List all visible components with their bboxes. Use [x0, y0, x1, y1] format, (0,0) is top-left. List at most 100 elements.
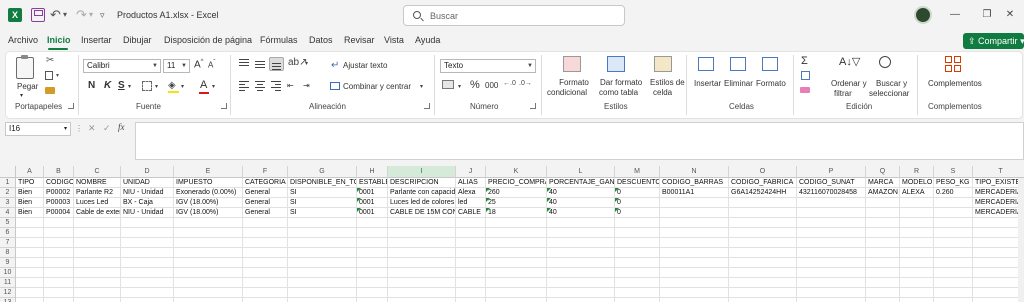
column-header[interactable]: A: [16, 166, 44, 178]
row-header[interactable]: 7: [0, 238, 16, 248]
cell[interactable]: UNIDAD: [121, 178, 174, 188]
cell[interactable]: 260: [486, 188, 547, 198]
more-options-icon[interactable]: ⋮: [75, 124, 83, 133]
find-select-label-1[interactable]: Buscar y: [876, 79, 907, 89]
cell[interactable]: [973, 228, 1024, 238]
cell-styles-label-2[interactable]: celda: [653, 88, 672, 98]
cell[interactable]: [729, 208, 797, 218]
cell[interactable]: [866, 258, 900, 268]
column-header[interactable]: N: [660, 166, 729, 178]
cell[interactable]: [615, 218, 660, 228]
cell[interactable]: [121, 218, 174, 228]
accounting-dropdown-icon[interactable]: ▾: [458, 83, 461, 90]
cell[interactable]: [547, 218, 615, 228]
percent-button[interactable]: %: [470, 79, 480, 91]
cell[interactable]: [866, 238, 900, 248]
cell[interactable]: [174, 248, 243, 258]
column-header[interactable]: I: [388, 166, 456, 178]
font-size-select[interactable]: 11 ▼: [163, 59, 190, 73]
cell[interactable]: [797, 278, 866, 288]
cell[interactable]: General: [243, 188, 288, 198]
cell[interactable]: P00003: [44, 198, 74, 208]
cell[interactable]: [900, 268, 934, 278]
alignment-launcher-icon[interactable]: [424, 103, 430, 109]
cell[interactable]: [900, 228, 934, 238]
cell[interactable]: [973, 238, 1024, 248]
cell[interactable]: NOMBRE: [74, 178, 121, 188]
shrink-font-icon[interactable]: Aˇ: [208, 60, 215, 70]
merge-center-icon[interactable]: [330, 82, 340, 90]
cell[interactable]: [973, 218, 1024, 228]
cell[interactable]: [243, 268, 288, 278]
cell[interactable]: [388, 238, 456, 248]
cell[interactable]: 0: [615, 198, 660, 208]
cell[interactable]: [456, 238, 486, 248]
cell[interactable]: [866, 268, 900, 278]
cell[interactable]: [44, 278, 74, 288]
cell[interactable]: [357, 218, 388, 228]
name-box[interactable]: I16 ▾: [5, 122, 71, 136]
cell[interactable]: Alexa: [456, 188, 486, 198]
cell[interactable]: 40: [547, 188, 615, 198]
cell[interactable]: [243, 298, 288, 302]
cell[interactable]: [866, 208, 900, 218]
cell[interactable]: [615, 238, 660, 248]
column-header[interactable]: Q: [866, 166, 900, 178]
cell[interactable]: [900, 288, 934, 298]
cell[interactable]: [615, 228, 660, 238]
cell[interactable]: [486, 218, 547, 228]
formula-input[interactable]: [135, 122, 1024, 160]
cell[interactable]: 0.260: [934, 188, 973, 198]
cell[interactable]: IMPUESTO: [174, 178, 243, 188]
format-cells-icon[interactable]: [762, 57, 778, 71]
cell[interactable]: [388, 258, 456, 268]
cell[interactable]: [660, 298, 729, 302]
cell[interactable]: [288, 288, 357, 298]
cell[interactable]: [288, 248, 357, 258]
column-header[interactable]: C: [74, 166, 121, 178]
format-as-table-icon[interactable]: [607, 56, 625, 72]
redo-icon[interactable]: ↷: [76, 8, 90, 22]
cell[interactable]: [288, 268, 357, 278]
cell[interactable]: ALEXA: [900, 188, 934, 198]
align-right-icon[interactable]: [269, 80, 283, 92]
cell[interactable]: [74, 298, 121, 302]
cell[interactable]: [486, 258, 547, 268]
cell[interactable]: [243, 228, 288, 238]
copy-icon[interactable]: [45, 71, 53, 80]
decrease-indent-icon[interactable]: ⇤: [287, 81, 294, 90]
delete-cells-icon[interactable]: [730, 57, 746, 71]
increase-decimal-icon[interactable]: ←.0: [503, 80, 516, 87]
cell[interactable]: IGV (18.00%): [174, 208, 243, 218]
column-header[interactable]: B: [44, 166, 74, 178]
cell[interactable]: [388, 218, 456, 228]
row-header[interactable]: 9: [0, 258, 16, 268]
addins-icon[interactable]: [945, 56, 962, 73]
cell[interactable]: Bien: [16, 198, 44, 208]
copy-dropdown-icon[interactable]: ▾: [56, 72, 59, 79]
cell[interactable]: [121, 298, 174, 302]
cell[interactable]: [456, 248, 486, 258]
cell[interactable]: [900, 248, 934, 258]
cell[interactable]: [44, 238, 74, 248]
cell[interactable]: [973, 298, 1024, 302]
cell[interactable]: [388, 228, 456, 238]
conditional-format-icon[interactable]: [563, 56, 581, 72]
cell[interactable]: 25: [486, 198, 547, 208]
paste-icon[interactable]: [16, 55, 34, 79]
cell[interactable]: General: [243, 198, 288, 208]
cell[interactable]: [174, 298, 243, 302]
align-middle-icon[interactable]: [253, 58, 267, 70]
vertical-scrollbar[interactable]: [1018, 178, 1024, 302]
cell[interactable]: [44, 218, 74, 228]
cell[interactable]: [900, 218, 934, 228]
align-bottom-icon[interactable]: [269, 57, 284, 71]
cell[interactable]: 0001: [357, 208, 388, 218]
cell[interactable]: [121, 268, 174, 278]
cell[interactable]: 40: [547, 208, 615, 218]
cell[interactable]: [357, 268, 388, 278]
paste-chevron-icon[interactable]: ▾: [20, 91, 23, 101]
cell[interactable]: [797, 218, 866, 228]
cell[interactable]: [660, 258, 729, 268]
cell[interactable]: CATEGORIA: [243, 178, 288, 188]
